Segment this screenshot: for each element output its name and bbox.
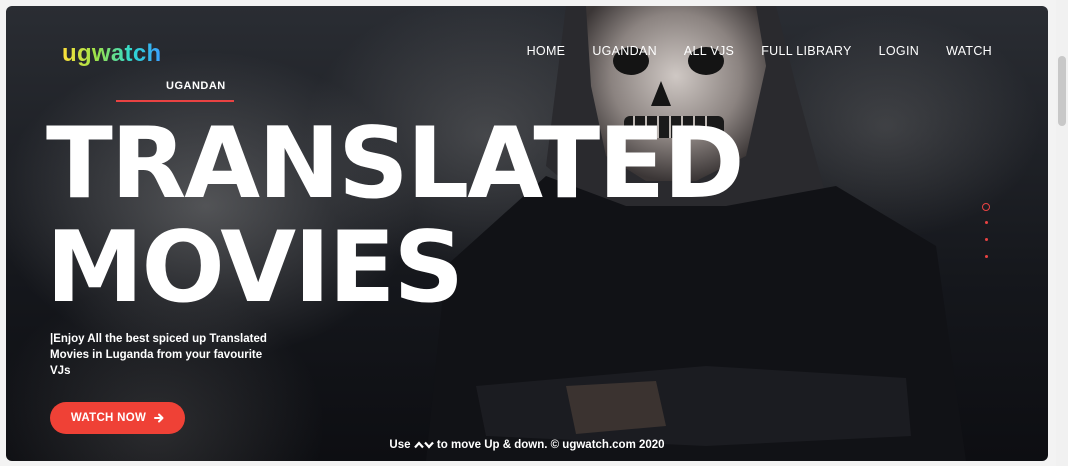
chevron-down-icon bbox=[423, 441, 434, 449]
headline-line-1: TRANSLATED bbox=[46, 107, 745, 221]
page-scrollbar[interactable] bbox=[1056, 0, 1068, 466]
footer-suffix: to move Up & down. © ugwatch.com 2020 bbox=[436, 439, 665, 451]
nav-watch[interactable]: WATCH bbox=[946, 44, 992, 58]
watch-now-label: WATCH NOW bbox=[70, 412, 147, 424]
scrollbar-thumb[interactable] bbox=[1058, 56, 1066, 126]
footer-hint: Use to move Up & down. © ugwatch.com 202… bbox=[6, 439, 1048, 451]
footer-prefix: Use bbox=[389, 439, 411, 451]
pager-dot-4[interactable] bbox=[984, 255, 988, 258]
nav-all-vjs[interactable]: ALL VJS bbox=[684, 44, 734, 58]
watch-now-button[interactable]: WATCH NOW bbox=[50, 402, 185, 434]
nav-home[interactable]: HOME bbox=[527, 44, 566, 58]
nav-full-library[interactable]: FULL LIBRARY bbox=[761, 44, 851, 58]
pager-dot-3[interactable] bbox=[984, 238, 988, 241]
hero-headline: TRANSLATED MOVIES bbox=[46, 107, 745, 325]
hero-section: ugwatch HOME UGANDAN ALL VJS FULL LIBRAR… bbox=[6, 6, 1048, 461]
site-logo[interactable]: ugwatch bbox=[62, 40, 161, 68]
slide-pager bbox=[980, 203, 992, 272]
arrow-right-icon bbox=[154, 413, 164, 423]
nav-ugandan[interactable]: UGANDAN bbox=[592, 44, 657, 58]
category-tag: UGANDAN bbox=[166, 80, 226, 92]
pager-dot-2[interactable] bbox=[984, 221, 988, 224]
nav-login[interactable]: LOGIN bbox=[879, 44, 919, 58]
pager-dot-1[interactable] bbox=[982, 203, 990, 211]
main-nav: HOME UGANDAN ALL VJS FULL LIBRARY LOGIN … bbox=[500, 44, 992, 58]
tag-underline bbox=[116, 100, 234, 102]
headline-line-2: MOVIES bbox=[46, 211, 464, 325]
chevron-up-icon bbox=[413, 441, 424, 449]
hero-description: |Enjoy All the best spiced up Translated… bbox=[50, 333, 267, 377]
